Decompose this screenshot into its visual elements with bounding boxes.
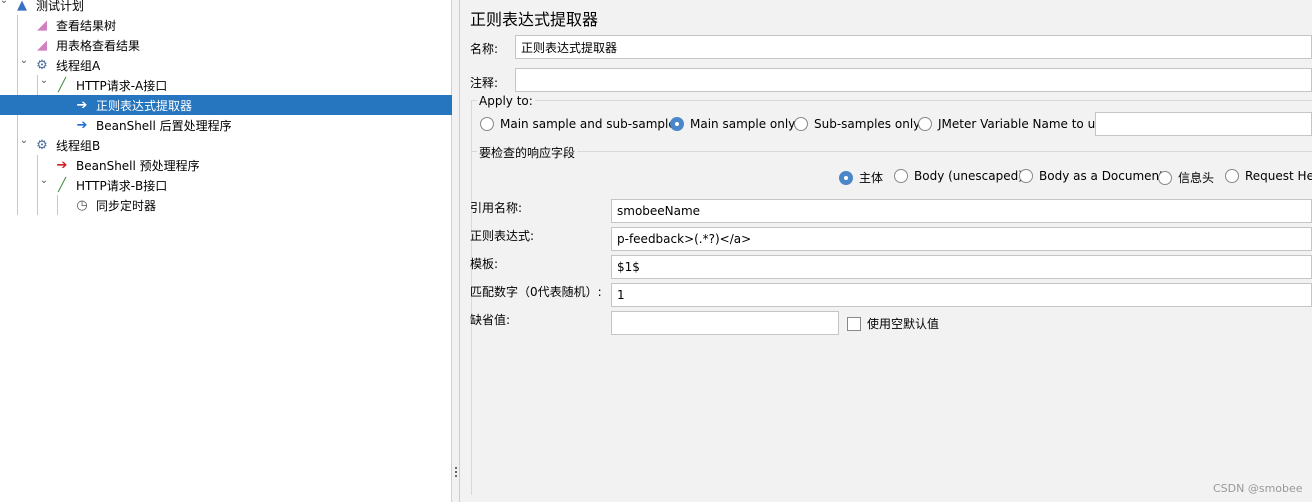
radio-option[interactable]: Sub-samples only [794, 117, 920, 131]
default-value-input[interactable] [611, 311, 839, 335]
tree-node-label: 线程组B [56, 138, 101, 153]
tree-node[interactable]: ◷ 同步定时器 [0, 195, 452, 215]
pipette-icon: ╱ [58, 177, 66, 193]
tree-node-label: 正则表达式提取器 [96, 98, 193, 113]
chevron-down-icon[interactable]: ⌄ [38, 75, 50, 86]
radio-label: Request Headers [1245, 169, 1312, 183]
panel-title: 正则表达式提取器 [470, 10, 599, 29]
response-field-legend: 要检查的响应字段 [477, 144, 578, 161]
chevron-down-icon[interactable]: ⌄ [38, 175, 50, 186]
tree-node-label: HTTP请求-A接口 [76, 78, 168, 93]
tree-node[interactable]: ⌄ ⚙ 线程组B [0, 135, 452, 155]
divider [471, 151, 1312, 152]
radio-option[interactable]: 主体 [839, 169, 883, 186]
regex-input[interactable]: p-feedback>(.*?)</a> [611, 227, 1312, 251]
regex-extractor-panel: 正则表达式提取器 名称: 正则表达式提取器 注释: Apply to: Main… [461, 0, 1312, 502]
radio-option[interactable]: Request Headers [1225, 169, 1312, 183]
tree-node-label: BeanShell 预处理程序 [76, 158, 200, 173]
template-label: 模板: [470, 257, 499, 271]
chevron-down-icon[interactable]: ⌄ [18, 135, 30, 146]
tree-node[interactable]: ◢ 用表格查看结果 [0, 35, 452, 55]
default-value-label: 缺省值: [470, 313, 511, 327]
radio-button[interactable] [670, 117, 684, 131]
tree-node-label: 线程组A [56, 58, 101, 73]
tree-node-label: BeanShell 后置处理程序 [96, 118, 232, 133]
jmeter-variable-input[interactable] [1095, 112, 1312, 136]
radio-option[interactable]: Main sample and sub-samples [480, 117, 682, 131]
post-processor-icon: ➔ [76, 117, 88, 133]
apply-to-legend: Apply to: [477, 94, 535, 108]
match-no-input[interactable]: 1 [611, 283, 1312, 307]
radio-option[interactable]: Body (unescaped) [894, 169, 1023, 183]
comment-label: 注释: [470, 76, 499, 90]
tree-node[interactable]: ⌄ ▲ 测试计划 [0, 0, 452, 15]
tree-node[interactable]: ⌄ ╱ HTTP请求-A接口 [0, 75, 452, 95]
name-input[interactable]: 正则表达式提取器 [515, 35, 1312, 59]
name-label: 名称: [470, 42, 499, 56]
radio-button[interactable] [1225, 169, 1239, 183]
radio-button[interactable] [1158, 170, 1172, 185]
radio-label: Main sample and sub-samples [500, 117, 682, 131]
tree-node-label: 用表格查看结果 [56, 38, 141, 53]
empty-default-label: 使用空默认值 [867, 317, 940, 331]
chevron-down-icon[interactable]: ⌄ [18, 55, 30, 66]
radio-option[interactable]: Main sample only [670, 117, 795, 131]
splitter-handle[interactable] [452, 0, 460, 502]
gear-icon: ⚙ [36, 137, 48, 153]
divider [471, 100, 1312, 101]
radio-label: Main sample only [690, 117, 796, 131]
watermark: CSDN @smobee [1213, 482, 1303, 495]
regex-label: 正则表达式: [470, 229, 535, 243]
radio-label: Body as a Document [1039, 169, 1164, 183]
tree-node[interactable]: ➔ 正则表达式提取器 [0, 95, 452, 115]
radio-button[interactable] [480, 117, 494, 131]
tree-node[interactable]: ⌄ ╱ HTTP请求-B接口 [0, 175, 452, 195]
radio-option[interactable]: Body as a Document [1019, 169, 1164, 183]
pipette-icon: ╱ [58, 77, 66, 93]
tree-node[interactable]: ➔ BeanShell 后置处理程序 [0, 115, 452, 135]
comment-input[interactable] [515, 68, 1312, 92]
radio-option[interactable]: JMeter Variable Name to use [918, 117, 1109, 131]
post-processor-icon: ➔ [76, 97, 88, 113]
radio-label: 主体 [859, 171, 884, 185]
ref-name-label: 引用名称: [470, 201, 523, 215]
radio-button[interactable] [794, 117, 808, 131]
tree-node-label: 同步定时器 [96, 198, 157, 213]
chevron-down-icon[interactable]: ⌄ [0, 0, 10, 6]
flask-icon: ▲ [17, 0, 27, 13]
radio-label: Sub-samples only [814, 117, 921, 131]
test-plan-tree[interactable]: ⌄ ▲ 测试计划 ◢ 查看结果树 ◢ 用表格查看结果 ⌄ ⚙ 线程组A ⌄ ╱ HTTP请求-A接口 ➔ 正… [0, 0, 452, 502]
grip-dot [455, 471, 457, 473]
radio-option[interactable]: 信息头 [1158, 169, 1214, 186]
tree-node[interactable]: ⌄ ⚙ 线程组A [0, 55, 452, 75]
graph-icon: ◢ [37, 37, 47, 53]
radio-button[interactable] [894, 169, 908, 183]
match-no-label: 匹配数字（0代表随机）: [470, 285, 602, 299]
timer-icon: ◷ [76, 197, 88, 213]
tree-node[interactable]: ➔ BeanShell 预处理程序 [0, 155, 452, 175]
template-input[interactable]: $1$ [611, 255, 1312, 279]
radio-button[interactable] [918, 117, 932, 131]
tree-node-label: HTTP请求-B接口 [76, 178, 168, 193]
radio-button[interactable] [1019, 169, 1033, 183]
ref-name-input[interactable]: smobeeName [611, 199, 1312, 223]
checkbox-box[interactable] [847, 316, 861, 331]
empty-default-checkbox[interactable]: 使用空默认值 [847, 315, 939, 332]
pre-processor-icon: ➔ [56, 157, 68, 173]
tree-node-label: 测试计划 [36, 0, 85, 13]
tree-node-label: 查看结果树 [56, 18, 117, 33]
gear-icon: ⚙ [36, 57, 48, 73]
radio-button[interactable] [839, 170, 853, 185]
tree-node[interactable]: ◢ 查看结果树 [0, 15, 452, 35]
graph-icon: ◢ [37, 17, 47, 33]
grip-dot [455, 475, 457, 477]
radio-label: 信息头 [1178, 171, 1215, 185]
grip-dot [455, 467, 457, 469]
radio-label: Body (unescaped) [914, 169, 1023, 183]
radio-label: JMeter Variable Name to use [938, 117, 1109, 131]
